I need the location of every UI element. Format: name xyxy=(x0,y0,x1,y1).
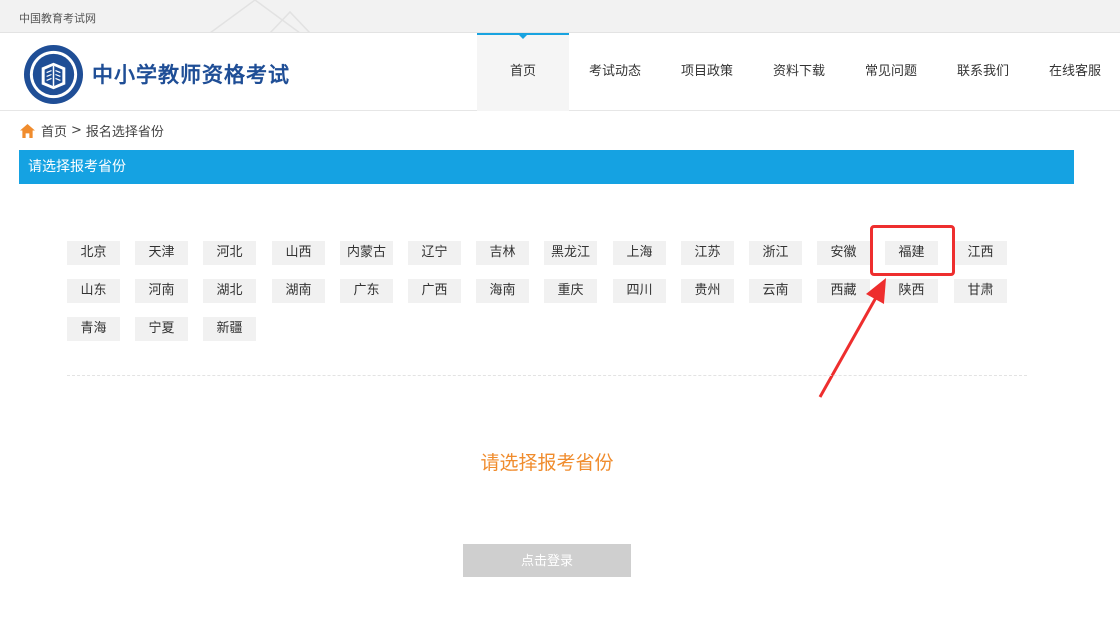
province-button[interactable]: 北京 xyxy=(67,241,120,265)
province-button[interactable]: 内蒙古 xyxy=(340,241,393,265)
nav-item-label: 项目政策 xyxy=(680,64,733,79)
province-button[interactable]: 广东 xyxy=(340,279,393,303)
province-button[interactable]: 甘肃 xyxy=(954,279,1007,303)
province-button[interactable]: 吉林 xyxy=(476,241,529,265)
section-title-bar: 请选择报考省份 xyxy=(19,150,1074,184)
nav-item-contact[interactable]: 联系我们 xyxy=(937,33,1029,111)
province-button[interactable]: 上海 xyxy=(613,241,666,265)
province-button[interactable]: 山东 xyxy=(67,279,120,303)
province-button[interactable]: 重庆 xyxy=(544,279,597,303)
active-caret-icon xyxy=(517,33,529,39)
nav-item-downloads[interactable]: 资料下载 xyxy=(753,33,845,111)
province-button[interactable]: 江苏 xyxy=(681,241,734,265)
annotation-arrow-icon xyxy=(818,278,886,398)
logo-emblem-icon[interactable] xyxy=(23,44,84,105)
divider xyxy=(67,375,1027,376)
breadcrumb-home-link[interactable]: 首页 xyxy=(41,121,67,140)
province-button[interactable]: 河南 xyxy=(135,279,188,303)
province-button[interactable]: 四川 xyxy=(613,279,666,303)
nav-item-home[interactable]: 首页 xyxy=(477,33,569,111)
province-button[interactable]: 陕西 xyxy=(885,279,938,303)
province-button[interactable]: 河北 xyxy=(203,241,256,265)
province-button[interactable]: 安徽 xyxy=(817,241,870,265)
site-name: 中国教育考试网 xyxy=(19,12,96,25)
header: 中小学教师资格考试 首页 考试动态 项目政策 资料下载 常见问题 联系我们 在线… xyxy=(0,33,1120,111)
nav-item-label: 首页 xyxy=(509,64,536,79)
province-button[interactable]: 山西 xyxy=(272,241,325,265)
decorative-mountain-graphic xyxy=(210,0,311,32)
nav-item-faq[interactable]: 常见问题 xyxy=(845,33,937,111)
home-icon xyxy=(20,123,35,138)
nav-item-policies[interactable]: 项目政策 xyxy=(661,33,753,111)
province-button[interactable]: 黑龙江 xyxy=(544,241,597,265)
province-button[interactable]: 湖北 xyxy=(203,279,256,303)
nav-item-label: 联系我们 xyxy=(956,64,1009,79)
nav-item-label: 常见问题 xyxy=(864,64,917,79)
annotation-highlight-box xyxy=(870,225,955,276)
section-title: 请选择报考省份 xyxy=(28,159,126,175)
select-province-prompt: 请选择报考省份 xyxy=(480,452,614,474)
province-button[interactable]: 天津 xyxy=(135,241,188,265)
province-button[interactable]: 新疆 xyxy=(203,317,256,341)
main-nav: 首页 考试动态 项目政策 资料下载 常见问题 联系我们 在线客服 xyxy=(477,33,1120,111)
brand-title[interactable]: 中小学教师资格考试 xyxy=(92,59,290,89)
breadcrumb-separator: > xyxy=(71,123,82,138)
nav-item-label: 在线客服 xyxy=(1048,64,1101,79)
nav-item-online-service[interactable]: 在线客服 xyxy=(1029,33,1120,111)
province-button[interactable]: 江西 xyxy=(954,241,1007,265)
province-button[interactable]: 云南 xyxy=(749,279,802,303)
login-button[interactable]: 点击登录 xyxy=(463,544,631,577)
province-button[interactable]: 贵州 xyxy=(681,279,734,303)
province-button[interactable]: 海南 xyxy=(476,279,529,303)
province-button[interactable]: 青海 xyxy=(67,317,120,341)
nav-item-label: 资料下载 xyxy=(772,64,825,79)
province-button[interactable]: 辽宁 xyxy=(408,241,461,265)
province-button[interactable]: 浙江 xyxy=(749,241,802,265)
nav-item-exam-news[interactable]: 考试动态 xyxy=(569,33,661,111)
nav-item-label: 考试动态 xyxy=(588,64,641,79)
province-button[interactable]: 湖南 xyxy=(272,279,325,303)
province-button[interactable]: 广西 xyxy=(408,279,461,303)
top-bar: 中国教育考试网 xyxy=(0,0,1120,33)
breadcrumb-current: 报名选择省份 xyxy=(85,125,164,140)
province-button[interactable]: 宁夏 xyxy=(135,317,188,341)
breadcrumb: 首页 > 报名选择省份 xyxy=(20,121,164,140)
